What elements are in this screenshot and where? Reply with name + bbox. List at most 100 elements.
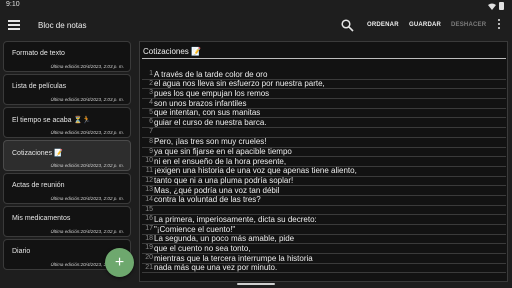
line-number: 13 bbox=[145, 186, 153, 194]
note-title: Mis medicamentos bbox=[12, 215, 71, 222]
line-number: 10 bbox=[145, 157, 153, 165]
line-text: ni en el ensueño de la hora presente, bbox=[154, 157, 287, 166]
line-text: el agua nos lleva sin esfuerzo por nuest… bbox=[154, 79, 325, 89]
note-title: Lista de películas bbox=[12, 83, 67, 90]
line-number: 15 bbox=[145, 205, 153, 213]
line-number: 17 bbox=[145, 225, 153, 232]
note-date: Última edición:20/4/2023, 2:02 p. m. bbox=[50, 229, 124, 234]
text-line[interactable]: 9 ya que sin fijarse en el apacible tiemp… bbox=[142, 148, 506, 158]
line-number: 7 bbox=[149, 128, 153, 136]
line-number: 11 bbox=[145, 166, 153, 174]
note-date: Última edición:20/4/2023, 2:02 p. m. bbox=[50, 196, 124, 201]
line-text: La primera, imperiosamente, dicta su dec… bbox=[154, 215, 317, 224]
note-item[interactable]: Lista de películas Última edición:20/4/2… bbox=[3, 74, 131, 105]
text-line[interactable]: 19 que el cuento no sea tonto, bbox=[142, 244, 506, 255]
add-note-button[interactable]: + bbox=[105, 248, 134, 277]
text-line[interactable]: 13 Mas, ¿qué podría una voz tan débil bbox=[142, 186, 506, 196]
line-text: ya que sin fijarse en el apacible tiempo bbox=[154, 147, 292, 157]
text-line[interactable]: 1A través de la tarde color de oro bbox=[142, 70, 506, 80]
note-editor[interactable]: Cotizaciones 📝 1A través de la tarde col… bbox=[139, 41, 508, 282]
status-bar: 9:10 bbox=[0, 0, 512, 12]
note-body[interactable]: 1A través de la tarde color de oro 2 el a… bbox=[142, 70, 506, 274]
line-number: 14 bbox=[145, 195, 153, 203]
line-number: 1 bbox=[149, 70, 153, 77]
line-number: 12 bbox=[145, 176, 153, 184]
line-number: 6 bbox=[149, 118, 153, 126]
save-button[interactable]: GUARDAR bbox=[409, 22, 441, 28]
line-text: Mas, ¿qué podría una voz tan débil bbox=[154, 186, 280, 195]
status-time: 9:10 bbox=[6, 1, 20, 8]
line-text: nada más que una vez por minuto. bbox=[154, 263, 278, 273]
line-text: A través de la tarde color de oro bbox=[154, 70, 268, 79]
menu-icon[interactable] bbox=[8, 20, 20, 32]
line-number: 3 bbox=[149, 89, 153, 97]
line-number: 20 bbox=[145, 254, 153, 262]
text-line[interactable]: 11 ¡exigen una historia de una voz que ap… bbox=[142, 167, 506, 177]
search-icon[interactable] bbox=[341, 19, 354, 32]
plus-icon: + bbox=[114, 253, 125, 271]
text-line[interactable]: 20 mientras que la tercera interrumpe la … bbox=[142, 254, 506, 264]
line-text: guiar el curso de nuestra barca. bbox=[154, 118, 267, 127]
text-line[interactable]: 17 "¡Comience el cuento!" bbox=[142, 225, 506, 235]
line-number: 9 bbox=[149, 147, 153, 155]
note-editor-title[interactable]: Cotizaciones 📝 bbox=[143, 47, 201, 56]
line-text: son unos brazos infantiles bbox=[154, 99, 247, 108]
line-number: 2 bbox=[149, 79, 153, 87]
battery-icon bbox=[499, 2, 504, 10]
line-text: mientras que la tercera interrumpe la hi… bbox=[154, 254, 313, 263]
text-line[interactable]: 10 ni en el ensueño de la hora presente, bbox=[142, 157, 506, 167]
text-line[interactable]: 12 tanto que ni a una pluma podría soplar… bbox=[142, 177, 506, 187]
line-text: La segunda, un poco más amable, pide bbox=[154, 234, 295, 244]
note-date: Última edición:20/4/2023, 2:03 p. m. bbox=[50, 64, 124, 69]
text-line[interactable]: 8 Pero, ¡las tres son muy crueles! bbox=[142, 138, 506, 148]
line-number: 4 bbox=[149, 99, 153, 107]
text-line[interactable]: 6 guiar el curso de nuestra barca. bbox=[142, 118, 506, 129]
line-text: Pero, ¡las tres son muy crueles! bbox=[154, 137, 267, 147]
note-item[interactable]: El tiempo se acaba ⏳🏃 Última edición:20/… bbox=[3, 107, 131, 138]
line-text: ¡exigen una historia de una voz que apen… bbox=[154, 166, 357, 176]
line-number: 8 bbox=[149, 137, 153, 145]
text-line[interactable]: 4 son unos brazos infantiles bbox=[142, 99, 506, 109]
line-text: contra la voluntad de las tres? bbox=[154, 195, 261, 205]
line-number: 16 bbox=[145, 215, 153, 223]
note-title: Formato de texto bbox=[12, 50, 65, 57]
note-item[interactable]: Formato de texto Última edición:20/4/202… bbox=[3, 41, 131, 72]
home-indicator[interactable] bbox=[237, 283, 275, 285]
app-bar: Bloc de notas ORDENAR GUARDAR DESHACER bbox=[0, 12, 512, 40]
note-title: Actas de reunión bbox=[12, 182, 65, 189]
note-title: Diario bbox=[12, 248, 31, 255]
note-title: Cotizaciones 📝 bbox=[12, 150, 63, 157]
app-title: Bloc de notas bbox=[38, 21, 87, 30]
line-text: que intentan, con sus manitas bbox=[154, 108, 261, 118]
note-date: Última edición:20/4/2023, 2:03 p. m. bbox=[50, 130, 124, 135]
line-number: 18 bbox=[145, 234, 153, 242]
line-text: tanto que ni a una pluma podría soplar! bbox=[154, 176, 294, 186]
note-item-selected[interactable]: Cotizaciones 📝 Última edición:20/4/2023,… bbox=[3, 140, 131, 171]
line-number: 19 bbox=[145, 244, 153, 252]
line-text: que el cuento no sea tonto, bbox=[154, 244, 251, 253]
more-options-icon[interactable] bbox=[497, 19, 501, 32]
text-line[interactable]: 7 bbox=[142, 128, 506, 138]
text-line[interactable]: 3 pues los que empujan los remos bbox=[142, 89, 506, 100]
wifi-icon bbox=[488, 3, 496, 10]
line-text: "¡Comience el cuento!" bbox=[154, 225, 236, 234]
text-line[interactable]: 21 nada más que una vez por minuto. bbox=[142, 264, 506, 274]
line-text: pues los que empujan los remos bbox=[154, 89, 270, 98]
text-line[interactable]: 16 La primera, imperiosamente, dicta su d… bbox=[142, 215, 506, 225]
text-line[interactable]: 14 contra la voluntad de las tres? bbox=[142, 196, 506, 206]
note-item[interactable]: Actas de reunión Última edición:20/4/202… bbox=[3, 173, 131, 204]
text-line[interactable]: 15 bbox=[142, 206, 506, 216]
text-line[interactable]: 2 el agua nos lleva sin esfuerzo por nues… bbox=[142, 80, 506, 90]
status-icons bbox=[488, 2, 504, 10]
sort-button[interactable]: ORDENAR bbox=[367, 22, 399, 28]
title-divider bbox=[142, 58, 506, 59]
note-title: El tiempo se acaba ⏳🏃 bbox=[12, 117, 91, 124]
note-item[interactable]: Mis medicamentos Última edición:20/4/202… bbox=[3, 206, 131, 237]
note-date: Última edición:20/4/2023, 2:02 p. m. bbox=[50, 163, 124, 168]
line-number: 21 bbox=[145, 263, 153, 271]
text-line[interactable]: 18 La segunda, un poco más amable, pide bbox=[142, 235, 506, 245]
text-line[interactable]: 5 que intentan, con sus manitas bbox=[142, 109, 506, 119]
line-number: 5 bbox=[149, 108, 153, 116]
undo-button[interactable]: DESHACER bbox=[451, 22, 486, 28]
note-date: Última edición:20/4/2023, 2:03 p. m. bbox=[50, 97, 124, 102]
